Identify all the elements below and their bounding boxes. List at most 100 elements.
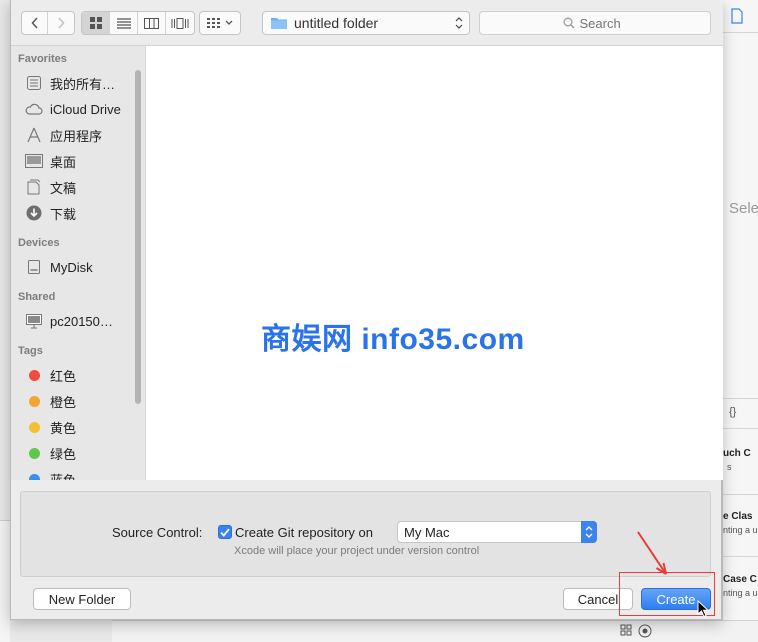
sidebar-item-downloads[interactable]: 下载	[24, 202, 76, 224]
sidebar-item-label: MyDisk	[50, 259, 93, 275]
location-label: untitled folder	[294, 15, 379, 31]
new-folder-button[interactable]: New Folder	[33, 588, 131, 610]
chevron-right-icon	[58, 17, 65, 29]
sidebar: Favorites 我的所有… iCloud Drive 应用程序 桌面 文稿 …	[11, 46, 145, 480]
search-field[interactable]	[479, 11, 711, 35]
folder-icon	[271, 18, 287, 29]
sidebar-item-icloud-drive[interactable]: iCloud Drive	[24, 98, 121, 120]
back-button[interactable]	[22, 12, 48, 34]
background-left-strip	[0, 520, 10, 642]
tag-yellow-icon	[24, 418, 44, 436]
sidebar-item-all-files[interactable]: 我的所有…	[24, 72, 115, 94]
sidebar-item-documents[interactable]: 文稿	[24, 176, 76, 198]
filter-circle-icon	[638, 624, 652, 638]
tag-blue-icon	[24, 470, 44, 480]
sidebar-item-label: pc20150…	[50, 313, 113, 329]
annotation-arrow-icon	[637, 531, 667, 575]
back-forward-control	[21, 11, 75, 35]
sidebar-item-desktop[interactable]: 桌面	[24, 150, 76, 172]
sidebar-header-tags: Tags	[18, 345, 43, 357]
file-browser-area[interactable]: 商娱网 info35.com	[145, 46, 723, 480]
sidebar-header-devices: Devices	[18, 237, 60, 249]
chevron-down-icon	[225, 20, 233, 25]
sidebar-item-mydisk[interactable]: MyDisk	[24, 256, 93, 278]
cloud-icon	[24, 100, 44, 118]
create-git-repo-checkbox[interactable]	[218, 525, 232, 539]
source-control-panel: Source Control: Create Git repository on…	[20, 491, 711, 577]
sidebar-header-favorites: Favorites	[18, 53, 67, 65]
braces-icon: {}	[729, 406, 737, 418]
sidebar-item-label: 我的所有…	[50, 76, 116, 92]
computer-icon	[24, 312, 44, 330]
sidebar-item-tag-orange[interactable]: 橙色	[24, 390, 76, 412]
column-view-icon	[144, 17, 159, 29]
column-view-button[interactable]	[138, 12, 166, 34]
desktop-icon	[24, 152, 44, 170]
tag-green-icon	[24, 444, 44, 462]
tag-orange-icon	[24, 392, 44, 410]
tag-red-icon	[24, 366, 44, 384]
cover-flow-icon	[171, 17, 189, 29]
cover-flow-button[interactable]	[166, 12, 194, 34]
documents-icon	[24, 178, 44, 196]
all-files-icon	[24, 74, 44, 92]
chevron-left-icon	[30, 17, 38, 29]
sidebar-item-tag-red[interactable]: 红色	[24, 364, 76, 386]
tag-color-dot	[28, 447, 40, 459]
tag-color-dot	[28, 369, 40, 381]
background-bottom-icons	[620, 624, 652, 638]
arrange-button[interactable]	[200, 12, 240, 34]
background-inspector-panel: Sele {} uch C s e Clas nting a u Case C …	[722, 0, 758, 642]
background-snippet: e Clas	[723, 511, 753, 522]
sidebar-item-label: 下载	[50, 206, 77, 222]
sidebar-item-applications[interactable]: 应用程序	[24, 124, 102, 146]
checkmark-icon	[220, 527, 230, 537]
save-sheet: untitled folder Favorites 我的所有… iCloud D…	[10, 0, 723, 620]
background-bottom-bar	[112, 620, 758, 642]
sidebar-item-label: 黄色	[50, 420, 77, 436]
repository-location-value: My Mac	[404, 524, 450, 540]
updown-arrows-icon	[585, 526, 593, 538]
forward-button[interactable]	[48, 12, 74, 34]
list-view-icon	[116, 17, 131, 29]
search-input[interactable]	[579, 15, 628, 31]
source-control-label: Source Control:	[112, 525, 203, 540]
sidebar-item-label: 绿色	[50, 446, 77, 462]
sidebar-item-label: 文稿	[50, 180, 77, 196]
disk-icon	[24, 258, 44, 276]
background-snippet: s	[727, 462, 732, 472]
sidebar-item-tag-green[interactable]: 绿色	[24, 442, 76, 464]
sidebar-item-label: 橙色	[50, 394, 77, 410]
sidebar-item-label: iCloud Drive	[50, 101, 121, 117]
background-snippet: Case C	[723, 574, 757, 585]
downloads-icon	[24, 204, 44, 222]
icon-view-button[interactable]	[82, 12, 110, 34]
sidebar-item-shared-pc[interactable]: pc20150…	[24, 310, 113, 332]
tag-color-dot	[28, 473, 40, 480]
sidebar-item-tag-yellow[interactable]: 黄色	[24, 416, 76, 438]
version-control-hint: Xcode will place your project under vers…	[234, 545, 480, 557]
sidebar-item-label: 蓝色	[50, 472, 77, 481]
applications-icon	[24, 126, 44, 144]
file-icon	[731, 8, 743, 24]
view-mode-control	[81, 11, 195, 35]
sidebar-item-label: 应用程序	[50, 128, 103, 144]
repository-location-popup[interactable]: My Mac	[397, 521, 597, 543]
location-popup[interactable]: untitled folder	[262, 11, 470, 35]
updown-arrows-icon	[455, 17, 463, 29]
popup-arrows	[581, 521, 597, 543]
search-icon	[563, 17, 574, 29]
list-view-button[interactable]	[110, 12, 138, 34]
sidebar-item-tag-blue[interactable]: 蓝色	[24, 468, 76, 480]
sidebar-item-label: 桌面	[50, 154, 77, 170]
sidebar-scrollbar[interactable]	[135, 70, 141, 404]
arrange-control	[199, 11, 241, 35]
background-snippet: uch C	[723, 448, 751, 459]
create-git-repo-label[interactable]: Create Git repository on	[235, 525, 373, 540]
sidebar-item-label: 红色	[50, 368, 77, 384]
background-snippet: Sele	[729, 200, 758, 217]
background-snippet: nting a u	[723, 525, 758, 535]
tag-color-dot	[28, 395, 40, 407]
icon-view-icon	[89, 17, 102, 29]
grid-icon	[620, 624, 632, 636]
